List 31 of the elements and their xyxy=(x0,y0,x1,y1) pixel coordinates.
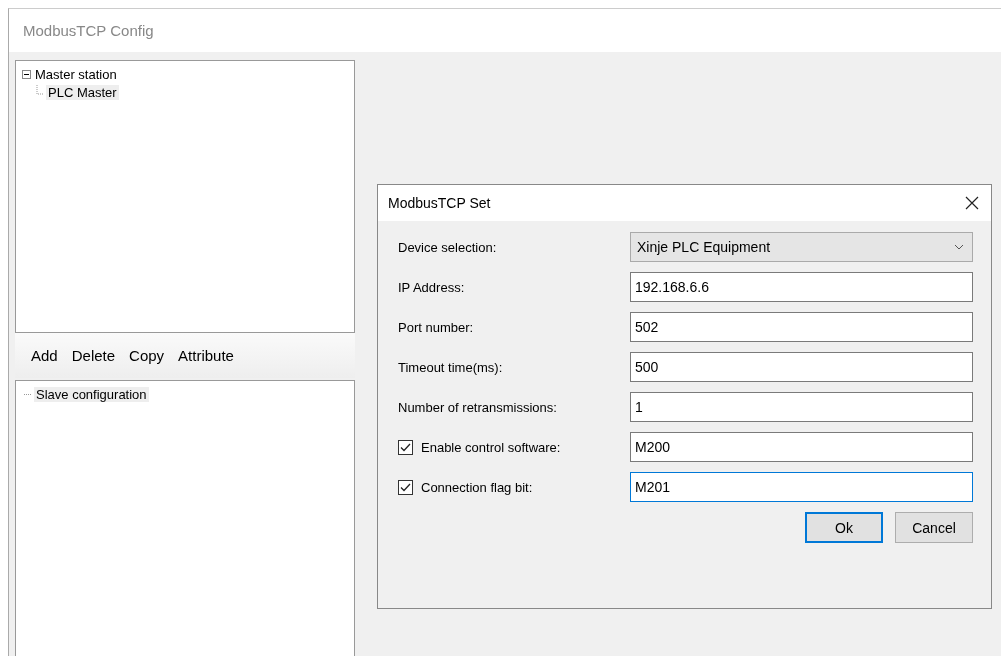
field-label: Number of retransmissions: xyxy=(398,399,558,415)
input-field[interactable]: 502 xyxy=(630,312,973,342)
device-dropdown[interactable]: Xinje PLC Equipment xyxy=(630,232,973,262)
input-field[interactable]: M201 xyxy=(630,472,973,502)
input-field[interactable]: 500 xyxy=(630,352,973,382)
field-label: Timeout time(ms): xyxy=(398,359,504,375)
tree-item[interactable]: PLC Master xyxy=(46,84,119,100)
field-label: Enable control software: xyxy=(421,439,561,455)
input-field[interactable]: 1 xyxy=(630,392,973,422)
field-label: Connection flag bit: xyxy=(421,479,533,495)
toolbar-item[interactable]: Attribute xyxy=(178,347,234,364)
input-field[interactable]: M200 xyxy=(630,432,973,462)
tree-item[interactable]: Slave configuration xyxy=(34,386,149,402)
dialog-button[interactable]: Ok xyxy=(805,512,883,543)
input-field[interactable]: 192.168.6.6 xyxy=(630,272,973,302)
dialog-title: ModbusTCP Set xyxy=(388,195,491,211)
toolbar-item[interactable]: Add xyxy=(31,347,58,364)
toolbar-item[interactable]: Delete xyxy=(71,347,116,364)
field-label: Port number: xyxy=(398,319,475,335)
chevron-down-icon xyxy=(954,244,964,250)
checkbox[interactable] xyxy=(398,439,413,455)
tree-item[interactable]: Master station xyxy=(33,66,119,82)
collapse-icon[interactable] xyxy=(22,69,31,79)
tree-line-icon xyxy=(24,393,32,395)
field-label: Device selection: xyxy=(398,239,498,255)
dialog-button[interactable]: Cancel xyxy=(895,512,973,543)
toolbar-item[interactable]: Copy xyxy=(129,347,165,364)
window-title: ModbusTCP Config xyxy=(9,9,1001,52)
close-button[interactable] xyxy=(963,194,981,212)
field-label: IP Address: xyxy=(398,279,466,295)
checkbox[interactable] xyxy=(398,479,413,495)
